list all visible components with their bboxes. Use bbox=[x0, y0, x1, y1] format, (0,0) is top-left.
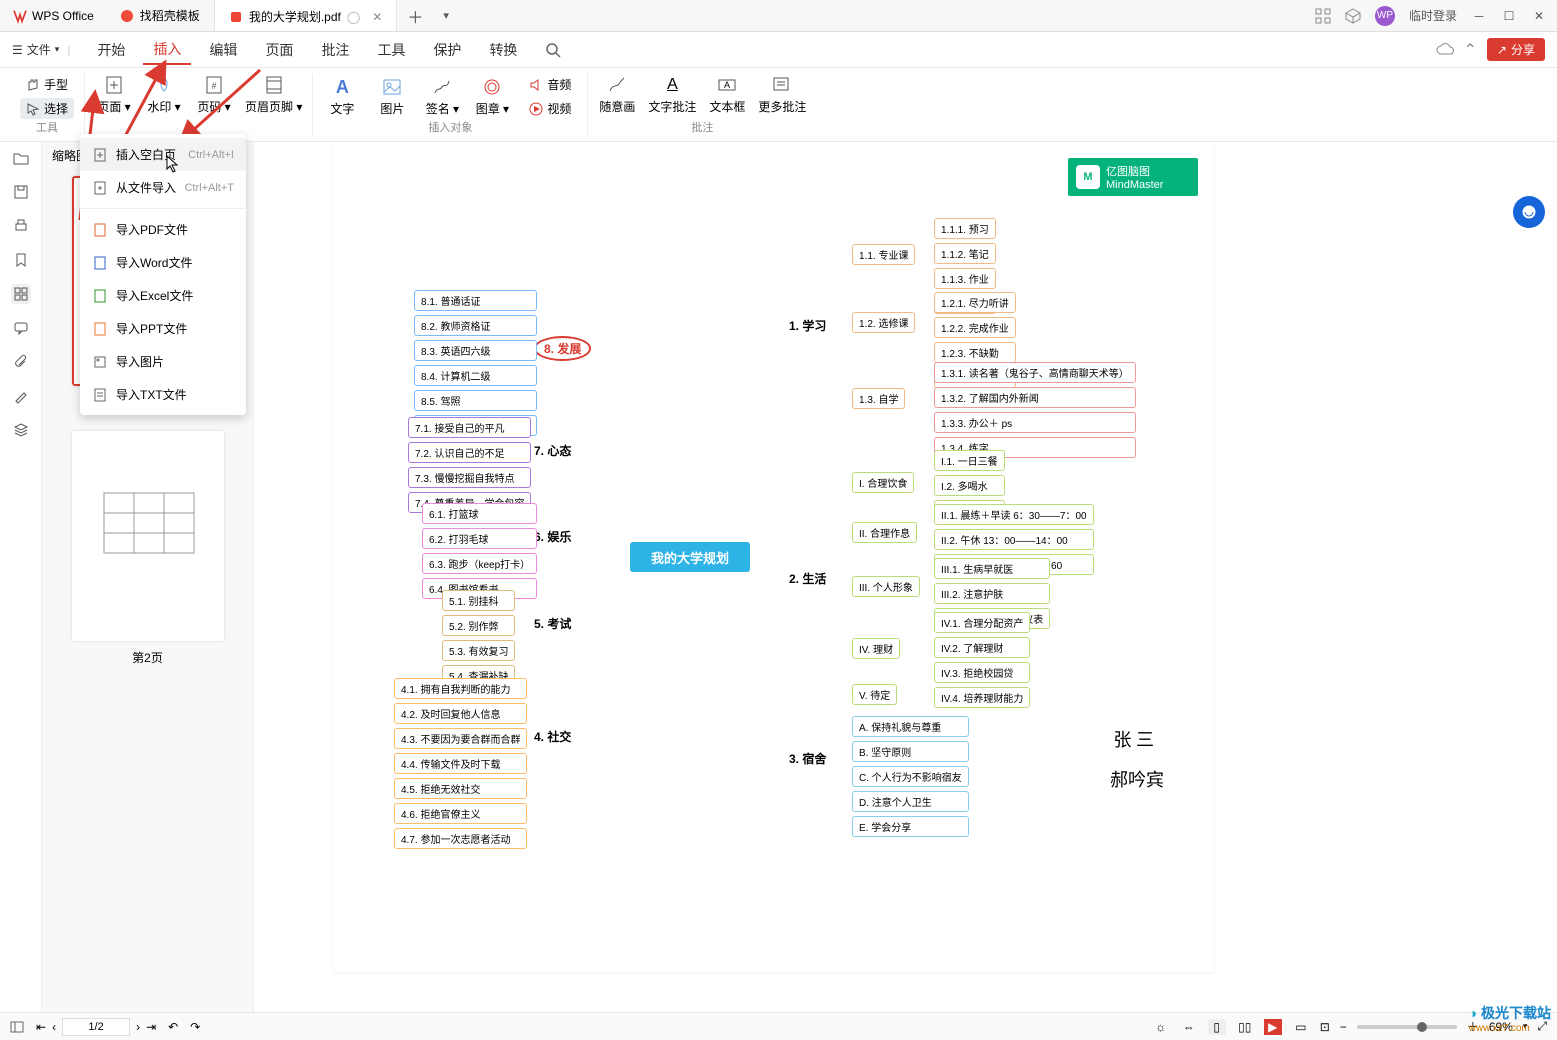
apps-icon[interactable] bbox=[1315, 8, 1331, 24]
pdf-page: M 亿图脑图MindMaster 我的大学规划 8. 发展 7. 心态 6. 娱… bbox=[334, 142, 1214, 972]
minimize-button[interactable]: ─ bbox=[1471, 8, 1487, 24]
menu-tool[interactable]: 工具 bbox=[367, 36, 415, 64]
cursor-icon bbox=[166, 155, 180, 173]
audio-button[interactable]: 音频 bbox=[523, 74, 577, 95]
menu-import-pdf[interactable]: 导入PDF文件 bbox=[80, 213, 246, 246]
last-page-button[interactable]: ⇥ bbox=[146, 1020, 156, 1034]
menu-import-ppt[interactable]: 导入PPT文件 bbox=[80, 312, 246, 345]
cloud-icon[interactable] bbox=[1436, 43, 1454, 57]
assistant-button[interactable] bbox=[1513, 196, 1545, 228]
close-icon[interactable]: ✕ bbox=[372, 10, 382, 24]
fit-width-icon[interactable]: ⇔ bbox=[1180, 1019, 1198, 1035]
mm-xuexi: 1. 学习 bbox=[789, 317, 826, 334]
group-label-insert-obj: 插入对象 bbox=[428, 119, 472, 135]
jump-fwd-button[interactable]: ↷ bbox=[190, 1020, 200, 1034]
panel-toggle-icon[interactable] bbox=[10, 1020, 24, 1034]
menu-import-image[interactable]: 导入图片 bbox=[80, 345, 246, 378]
maximize-button[interactable]: ☐ bbox=[1501, 8, 1517, 24]
search-icon[interactable] bbox=[535, 38, 571, 62]
status-bar: ⇤ ‹ › ⇥ ↶ ↷ ☼ ⇔ ▯ ▯▯ ▶ ▭ ⊡ − ＋ 69% ▾ ⤢ bbox=[0, 1012, 1557, 1040]
freehand-button[interactable]: 随意画 bbox=[598, 74, 636, 115]
menu-insert-blank[interactable]: 插入空白页Ctrl+Alt+I bbox=[80, 138, 246, 171]
cube-icon[interactable] bbox=[1345, 8, 1361, 24]
mm-xintai: 7. 心态 bbox=[534, 442, 571, 459]
close-button[interactable]: ✕ bbox=[1531, 8, 1547, 24]
mindmap-root: 我的大学规划 bbox=[630, 542, 750, 572]
jump-back-button[interactable]: ↶ bbox=[168, 1020, 178, 1034]
highlight-icon[interactable] bbox=[11, 386, 31, 406]
thumbnail-page-2[interactable]: 第2页 bbox=[62, 431, 233, 666]
text-annot-button[interactable]: A文字批注 bbox=[648, 74, 696, 115]
attachment-icon[interactable] bbox=[11, 352, 31, 372]
layers-icon[interactable] bbox=[11, 420, 31, 440]
side-strip bbox=[0, 142, 42, 1012]
prev-page-button[interactable]: ‹ bbox=[52, 1020, 56, 1034]
mm-shenghuo: 2. 生活 bbox=[789, 570, 826, 587]
ribbon-collapse-icon[interactable]: ⌃ bbox=[1464, 40, 1477, 60]
mindmaster-badge: M 亿图脑图MindMaster bbox=[1068, 158, 1198, 196]
site-watermark: ◑ 极光下载站 www.xz7.com bbox=[1469, 1003, 1551, 1034]
share-button[interactable]: ↗ 分享 bbox=[1487, 38, 1545, 61]
signature-1: 张 三 bbox=[1114, 726, 1155, 752]
next-page-button[interactable]: › bbox=[136, 1020, 140, 1034]
bookmark-icon[interactable] bbox=[11, 250, 31, 270]
mm-kaoshi: 5. 考试 bbox=[534, 615, 571, 632]
menu-from-file[interactable]: 从文件导入Ctrl+Alt+T bbox=[80, 171, 246, 204]
textbox-button[interactable]: A文本框 bbox=[708, 74, 746, 115]
zoom-fit-icon[interactable]: ⊡ bbox=[1320, 1020, 1330, 1034]
text-button[interactable]: A文字 bbox=[323, 76, 361, 117]
avatar[interactable]: WP bbox=[1375, 6, 1395, 26]
video-button[interactable]: 视频 bbox=[523, 98, 577, 119]
group-label-annot: 批注 bbox=[691, 119, 713, 135]
tab-document[interactable]: 我的大学规划.pdf ◯ ✕ bbox=[215, 0, 398, 31]
single-page-icon[interactable]: ▯ bbox=[1208, 1019, 1226, 1035]
comment-icon[interactable] bbox=[11, 318, 31, 338]
mm-shejiao: 4. 社交 bbox=[534, 728, 571, 745]
menu-import-word[interactable]: 导入Word文件 bbox=[80, 246, 246, 279]
page-input[interactable] bbox=[62, 1018, 130, 1036]
tab-options-icon[interactable]: ◯ bbox=[347, 10, 360, 24]
login-label[interactable]: 临时登录 bbox=[1409, 7, 1457, 24]
print-icon[interactable] bbox=[11, 216, 31, 236]
app-logo: WPS Office bbox=[0, 8, 106, 24]
mm-yule: 6. 娱乐 bbox=[534, 528, 571, 545]
first-page-button[interactable]: ⇤ bbox=[36, 1020, 46, 1034]
read-mode-icon[interactable]: ▭ bbox=[1292, 1019, 1310, 1035]
zoom-out-button[interactable]: − bbox=[1340, 1020, 1347, 1034]
stamp-button[interactable]: 图章 ▾ bbox=[473, 76, 511, 117]
zoom-slider[interactable] bbox=[1357, 1025, 1457, 1029]
new-tab-button[interactable]: ＋ bbox=[397, 4, 433, 28]
menu-import-excel[interactable]: 导入Excel文件 bbox=[80, 279, 246, 312]
page-dropdown-menu: 插入空白页Ctrl+Alt+I 从文件导入Ctrl+Alt+T 导入PDF文件 … bbox=[80, 134, 246, 415]
open-icon[interactable] bbox=[11, 148, 31, 168]
image-button[interactable]: 图片 bbox=[373, 76, 411, 117]
brightness-icon[interactable]: ☼ bbox=[1152, 1019, 1170, 1035]
menu-convert[interactable]: 转换 bbox=[479, 36, 527, 64]
mm-sushe: 3. 宿舍 bbox=[789, 750, 826, 767]
document-canvas[interactable]: M 亿图脑图MindMaster 我的大学规划 8. 发展 7. 心态 6. 娱… bbox=[254, 142, 1557, 1012]
more-annot-button[interactable]: 更多批注 bbox=[758, 74, 806, 115]
present-icon[interactable]: ▶ bbox=[1264, 1019, 1282, 1035]
menu-protect[interactable]: 保护 bbox=[423, 36, 471, 64]
tab-template[interactable]: 找稻壳模板 bbox=[106, 0, 215, 31]
save-icon[interactable] bbox=[11, 182, 31, 202]
menu-annot[interactable]: 批注 bbox=[311, 36, 359, 64]
two-page-icon[interactable]: ▯▯ bbox=[1236, 1019, 1254, 1035]
thumbnails-icon[interactable] bbox=[11, 284, 31, 304]
mm-fazhan: 8. 发展 bbox=[534, 336, 591, 361]
svg-text:A: A bbox=[724, 80, 730, 90]
tab-menu-button[interactable]: ▾ bbox=[433, 9, 459, 22]
sign-button[interactable]: 签名 ▾ bbox=[423, 76, 461, 117]
titlebar: WPS Office 找稻壳模板 我的大学规划.pdf ◯ ✕ ＋ ▾ WP 临… bbox=[0, 0, 1557, 32]
signature-2: 郝吟宾 bbox=[1110, 766, 1164, 792]
menu-import-txt[interactable]: 导入TXT文件 bbox=[80, 378, 246, 411]
